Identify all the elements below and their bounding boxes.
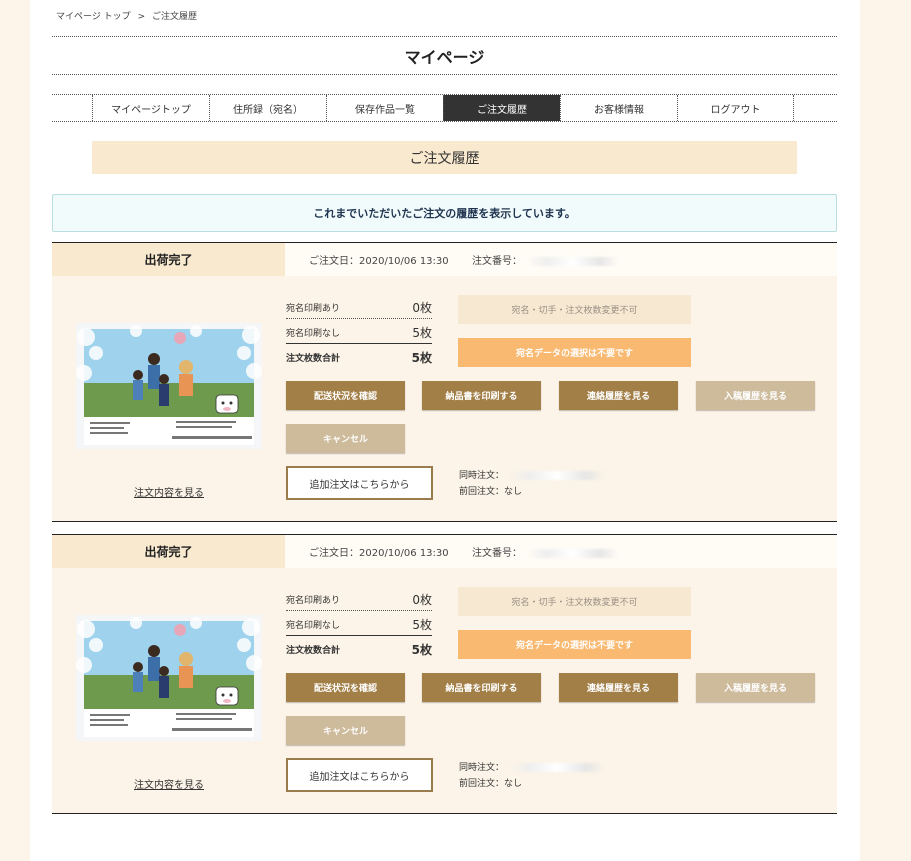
nav-customer-info[interactable]: お客様情報 [560,95,677,121]
previous-order-info: 前回注文：なし [459,779,523,789]
cancel-button[interactable]: キャンセル [286,424,405,453]
submission-history-button[interactable]: 入稿履歴を見る [696,381,815,410]
redacted-same-order [510,471,606,480]
same-order-info: 同時注文： [459,468,606,481]
qty-value: 0枚 [412,300,432,315]
order-number-label: 注文番号： [472,256,522,267]
breadcrumb-separator: > [137,12,146,22]
qty-value: 5枚 [412,325,432,340]
add-order-button[interactable]: 追加注文はこちらから [286,466,433,500]
qty-total-row: 注文枚数合計 5枚 [286,638,432,660]
qty-row: 宛名印刷なし 5枚 [286,613,432,636]
qty-value: 5枚 [411,350,432,365]
view-order-link[interactable]: 注文内容を見る [134,484,204,499]
nav-saved-works[interactable]: 保存作品一覧 [326,95,443,121]
qty-value: 0枚 [412,592,432,607]
order-status: 出荷完了 [52,243,285,276]
order-number: 注文番号： [472,252,618,267]
order-status: 出荷完了 [52,535,285,568]
address-select-notice: 宛名データの選択は不要です [458,338,691,367]
nav-mypage-top[interactable]: マイページトップ [92,95,209,121]
order-date: ご注文日：2020/10/06 13:30 [309,256,449,267]
qty-value: 5枚 [412,617,432,632]
redacted-order-number [528,256,618,266]
nav-order-history[interactable]: ご注文履歴 [443,95,560,121]
section-title: ご注文履歴 [92,141,797,174]
no-change-notice: 宛名・切手・注文枚数変更不可 [458,295,691,324]
view-order-link[interactable]: 注文内容を見る [134,776,204,791]
print-invoice-button[interactable]: 納品書を印刷する [422,673,541,702]
contact-history-button[interactable]: 連絡履歴を見る [559,673,678,702]
nav-logout[interactable]: ログアウト [677,95,794,121]
main-nav: マイページトップ 住所録（宛名） 保存作品一覧 ご注文履歴 お客様情報 ログアウ… [52,94,837,122]
order-card: 出荷完了 ご注文日：2020/10/06 13:30 注文番号： 注文内容を見る… [52,534,837,814]
breadcrumb: マイページ トップ > ご注文履歴 [56,9,201,22]
qty-label: 注文枚数合計 [286,353,341,364]
card-thumbnail[interactable] [76,323,262,449]
redacted-same-order [510,763,606,772]
qty-row: 宛名印刷あり 0枚 [286,588,432,611]
qty-row: 宛名印刷なし 5枚 [286,321,432,344]
nav-address-book[interactable]: 住所録（宛名） [209,95,326,121]
qty-label: 宛名印刷なし [286,620,341,631]
previous-order-info: 前回注文：なし [459,487,523,497]
same-order-label: 同時注文： [459,471,505,481]
qty-label: 宛名印刷なし [286,328,341,339]
card-thumbnail[interactable] [76,615,262,741]
cancel-button[interactable]: キャンセル [286,716,405,745]
qty-value: 5枚 [411,642,432,657]
page-container: マイページ トップ > ご注文履歴 マイページ マイページトップ 住所録（宛名）… [30,0,860,861]
breadcrumb-current: ご注文履歴 [151,12,197,22]
same-order-info: 同時注文： [459,760,606,773]
redacted-order-number [528,548,618,558]
qty-row: 宛名印刷あり 0枚 [286,296,432,319]
submission-history-button[interactable]: 入稿履歴を見る [696,673,815,702]
same-order-label: 同時注文： [459,763,505,773]
page-title: マイページ [52,36,837,75]
notice-message: これまでいただいたご注文の履歴を表示しています。 [52,194,837,232]
order-number-label: 注文番号： [472,548,522,559]
order-date: ご注文日：2020/10/06 13:30 [309,548,449,559]
no-change-notice: 宛名・切手・注文枚数変更不可 [458,587,691,616]
check-shipping-button[interactable]: 配送状況を確認 [286,381,405,410]
breadcrumb-home-link[interactable]: マイページ トップ [56,12,131,22]
address-select-notice: 宛名データの選択は不要です [458,630,691,659]
order-header-info: ご注文日：2020/10/06 13:30 注文番号： [285,535,837,568]
add-order-button[interactable]: 追加注文はこちらから [286,758,433,792]
print-invoice-button[interactable]: 納品書を印刷する [422,381,541,410]
order-number: 注文番号： [472,544,618,559]
order-card: 出荷完了 ご注文日：2020/10/06 13:30 注文番号： 注文内容を見る… [52,242,837,522]
contact-history-button[interactable]: 連絡履歴を見る [559,381,678,410]
qty-label: 宛名印刷あり [286,303,341,314]
qty-label: 宛名印刷あり [286,595,341,606]
qty-total-row: 注文枚数合計 5枚 [286,346,432,368]
order-header-info: ご注文日：2020/10/06 13:30 注文番号： [285,243,837,276]
qty-label: 注文枚数合計 [286,645,341,656]
check-shipping-button[interactable]: 配送状況を確認 [286,673,405,702]
